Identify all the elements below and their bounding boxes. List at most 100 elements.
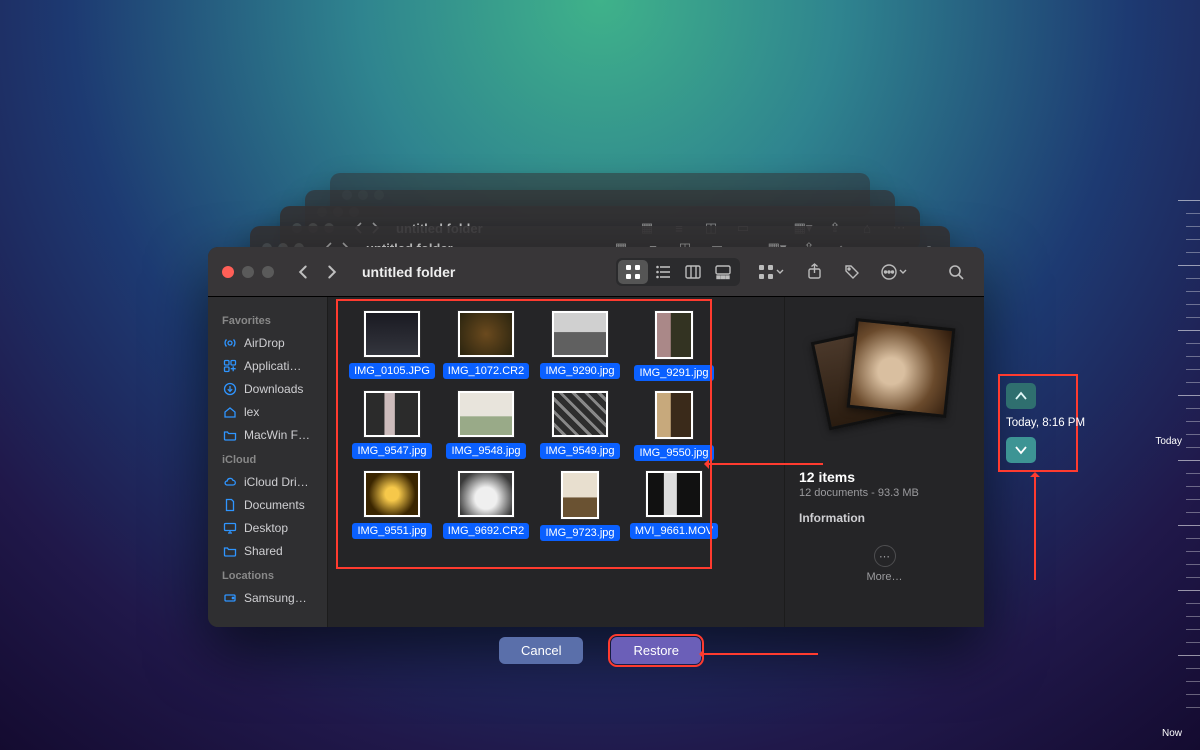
timeline-tick bbox=[1178, 590, 1200, 591]
airdrop-icon bbox=[222, 335, 237, 350]
timeline-tick bbox=[1186, 681, 1200, 682]
file-item[interactable]: IMG_9723.jpg bbox=[534, 471, 626, 541]
timemachine-next-button[interactable] bbox=[1006, 437, 1036, 463]
file-name-label: IMG_9548.jpg bbox=[446, 443, 525, 459]
timeline-tick bbox=[1186, 577, 1200, 578]
dialog-buttons: Cancel Restore bbox=[0, 637, 1200, 664]
timemachine-prev-button[interactable] bbox=[1006, 383, 1036, 409]
folder-icon bbox=[222, 427, 237, 442]
sidebar-item-samsung-[interactable]: Samsung… bbox=[218, 586, 319, 609]
file-item[interactable]: IMG_9550.jpg bbox=[628, 391, 720, 461]
timeline-tick bbox=[1186, 278, 1200, 279]
sidebar-item-documents[interactable]: Documents bbox=[218, 493, 319, 516]
cancel-button[interactable]: Cancel bbox=[499, 637, 583, 664]
view-gallery-button[interactable] bbox=[708, 260, 738, 284]
file-item[interactable]: IMG_1072.CR2 bbox=[440, 311, 532, 381]
file-thumbnail bbox=[458, 391, 514, 437]
file-thumbnail bbox=[364, 471, 420, 517]
timeline[interactable]: Today Now bbox=[1140, 200, 1200, 740]
timeline-tick bbox=[1186, 369, 1200, 370]
group-by-button[interactable] bbox=[752, 259, 790, 285]
preview-count: 12 items bbox=[799, 469, 919, 485]
app-icon bbox=[222, 358, 237, 373]
sidebar-item-applicati-[interactable]: Applicati… bbox=[218, 354, 319, 377]
preview-information-header: Information bbox=[799, 511, 919, 525]
zoom-window-button[interactable] bbox=[262, 266, 274, 278]
file-name-label: IMG_9551.jpg bbox=[352, 523, 431, 539]
timeline-tick bbox=[1178, 330, 1200, 331]
file-name-label: IMG_9549.jpg bbox=[540, 443, 619, 459]
sidebar-item-icloud-dri-[interactable]: iCloud Dri… bbox=[218, 470, 319, 493]
sidebar-item-lex[interactable]: lex bbox=[218, 400, 319, 423]
sidebar-item-shared[interactable]: Shared bbox=[218, 539, 319, 562]
file-name-label: IMG_9291.jpg bbox=[634, 365, 713, 381]
timeline-tick bbox=[1186, 642, 1200, 643]
timeline-tick bbox=[1186, 317, 1200, 318]
view-icons-button[interactable] bbox=[618, 260, 648, 284]
nav-forward-button[interactable] bbox=[318, 259, 344, 285]
file-item[interactable]: IMG_9551.jpg bbox=[346, 471, 438, 541]
timeline-tick bbox=[1178, 460, 1200, 461]
share-button[interactable] bbox=[800, 259, 828, 285]
timeline-tick bbox=[1186, 382, 1200, 383]
view-list-button[interactable] bbox=[648, 260, 678, 284]
timemachine-nav-panel: Today, 8:16 PM bbox=[998, 374, 1078, 472]
file-thumbnail bbox=[561, 471, 599, 519]
restore-button[interactable]: Restore bbox=[611, 637, 701, 664]
file-name-label: IMG_9692.CR2 bbox=[443, 523, 529, 539]
file-name-label: IMG_9723.jpg bbox=[540, 525, 619, 541]
timeline-tick bbox=[1186, 343, 1200, 344]
action-menu-button[interactable] bbox=[876, 259, 910, 285]
tags-button[interactable] bbox=[838, 259, 866, 285]
timeline-tick bbox=[1178, 395, 1200, 396]
cloud-icon bbox=[222, 474, 237, 489]
sidebar-section-header: Locations bbox=[222, 570, 319, 582]
sidebar-item-downloads[interactable]: Downloads bbox=[218, 377, 319, 400]
file-thumbnail bbox=[364, 311, 420, 357]
window-title: untitled folder bbox=[362, 264, 455, 280]
traffic-lights bbox=[222, 266, 274, 278]
sidebar-section-header: iCloud bbox=[222, 454, 319, 466]
sidebar-item-desktop[interactable]: Desktop bbox=[218, 516, 319, 539]
file-item[interactable]: IMG_9291.jpg bbox=[628, 311, 720, 381]
file-name-label: IMG_0105.JPG bbox=[349, 363, 435, 379]
file-item[interactable]: IMG_9290.jpg bbox=[534, 311, 626, 381]
file-thumbnail bbox=[552, 311, 608, 357]
finder-window: untitled folder Favorites AirDropApplicat… bbox=[208, 247, 984, 627]
sidebar-section-header: Favorites bbox=[222, 315, 319, 327]
timeline-tick bbox=[1186, 226, 1200, 227]
file-item[interactable]: IMG_9548.jpg bbox=[440, 391, 532, 461]
timeline-tick bbox=[1178, 525, 1200, 526]
file-item[interactable]: MVI_9661.MOV bbox=[628, 471, 720, 541]
timeline-tick bbox=[1186, 421, 1200, 422]
annotation-arrow-restore bbox=[702, 653, 818, 655]
titlebar: untitled folder bbox=[208, 247, 984, 297]
file-item[interactable]: IMG_9692.CR2 bbox=[440, 471, 532, 541]
file-thumbnail bbox=[458, 471, 514, 517]
preview-thumbnail-stack bbox=[815, 317, 955, 447]
preview-subtitle: 12 documents - 93.3 MB bbox=[799, 487, 919, 499]
timeline-tick bbox=[1186, 356, 1200, 357]
content-area: IMG_0105.JPGIMG_1072.CR2IMG_9290.jpgIMG_… bbox=[328, 297, 984, 627]
view-columns-button[interactable] bbox=[678, 260, 708, 284]
close-window-button[interactable] bbox=[222, 266, 234, 278]
sidebar: Favorites AirDropApplicati…DownloadslexMa… bbox=[208, 297, 328, 627]
minimize-window-button[interactable] bbox=[242, 266, 254, 278]
timeline-now-label: Now bbox=[1162, 728, 1182, 739]
file-item[interactable]: IMG_9547.jpg bbox=[346, 391, 438, 461]
timeline-tick bbox=[1186, 616, 1200, 617]
annotation-arrow-timemachine bbox=[1034, 475, 1036, 580]
timeline-tick bbox=[1186, 486, 1200, 487]
nav-back-button[interactable] bbox=[290, 259, 316, 285]
timeline-tick bbox=[1186, 629, 1200, 630]
preview-more-button[interactable]: ⋯ More… bbox=[866, 545, 902, 583]
disk-icon bbox=[222, 590, 237, 605]
file-item[interactable]: IMG_0105.JPG bbox=[346, 311, 438, 381]
file-thumbnail bbox=[364, 391, 420, 437]
timemachine-timestamp: Today, 8:16 PM bbox=[1006, 417, 1070, 429]
file-thumbnail bbox=[655, 311, 693, 359]
sidebar-item-macwin-f-[interactable]: MacWin F… bbox=[218, 423, 319, 446]
file-item[interactable]: IMG_9549.jpg bbox=[534, 391, 626, 461]
search-button[interactable] bbox=[942, 259, 970, 285]
sidebar-item-airdrop[interactable]: AirDrop bbox=[218, 331, 319, 354]
